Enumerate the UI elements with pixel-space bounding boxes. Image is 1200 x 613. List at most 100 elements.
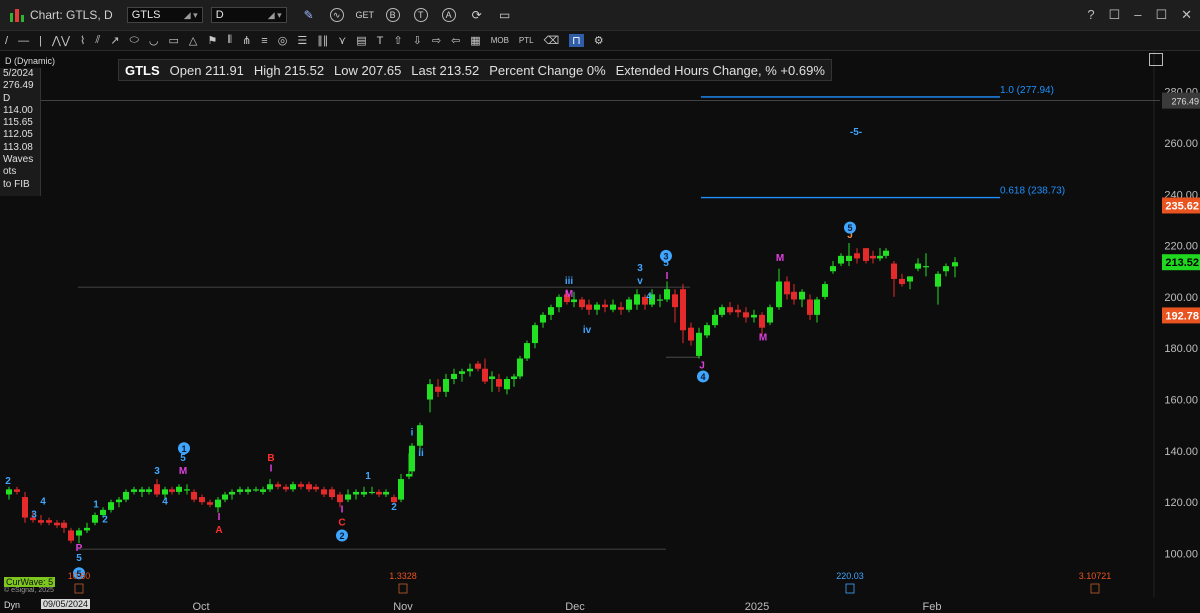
y-axis-tick-label: 120.00 (1164, 497, 1198, 509)
candle-down (207, 502, 213, 505)
candle-up (108, 502, 114, 510)
y-axis-tick-label: 100.00 (1164, 549, 1198, 561)
bottom-value-label: 1.3328 (389, 571, 417, 581)
wave-label: 4 (40, 497, 46, 508)
candle-up (822, 284, 828, 297)
candle-down (735, 309, 741, 313)
candle-up (162, 489, 168, 495)
candle-down (618, 307, 624, 310)
dynamic-label: D (Dynamic) (5, 56, 56, 66)
fib-level-label: 1.0 (277.94) (1000, 85, 1054, 96)
wave-label: ii (418, 448, 424, 459)
candle-down (870, 255, 876, 259)
candle-up (548, 307, 554, 315)
wave-label: A (215, 525, 222, 536)
wave-label: iv (583, 325, 592, 336)
wave-label: M (565, 289, 573, 300)
price-marker-label: 276.49 (1171, 97, 1199, 107)
candle-down (727, 307, 733, 313)
candle-down (191, 491, 197, 500)
candle-up (451, 373, 457, 380)
candle-up (517, 358, 523, 377)
x-axis-label: Feb (923, 601, 942, 613)
wave-label: I (270, 463, 273, 474)
fib-level-label: 0.618 (238.73) (1000, 186, 1065, 197)
candle-up (427, 384, 433, 400)
candle-down (61, 522, 67, 528)
wave-label: M (759, 333, 767, 344)
y-axis-tick-label: 180.00 (1164, 343, 1198, 355)
wave-label: iii (565, 276, 574, 287)
wave-label: 3 (154, 466, 160, 477)
candle-up (751, 314, 757, 318)
x-axis-label: 2025 (745, 601, 769, 613)
candle-down (586, 304, 592, 310)
candle-up (459, 371, 465, 374)
candle-down (22, 497, 28, 518)
last-label: Last (411, 62, 436, 78)
candle-up (923, 266, 929, 268)
candle-up (556, 296, 562, 308)
candle-down (38, 520, 44, 523)
candle-up (719, 307, 725, 315)
last-value: 213.52 (439, 62, 480, 78)
y-axis-tick-label: 220.00 (1164, 241, 1198, 253)
chart-background (0, 51, 1200, 597)
candle-up (131, 489, 137, 492)
candle-up (406, 473, 412, 477)
esignal-copyright: © eSignal, 2025 (4, 587, 54, 594)
wave-label: 3 (31, 510, 37, 521)
candle-down (791, 291, 797, 300)
wave-label: 2 (5, 476, 11, 487)
candle-up (184, 489, 190, 491)
candle-down (496, 379, 502, 387)
side-panel: 5/2024 276.49 D 114.00 115.65 112.05 113… (0, 68, 41, 196)
chart-options-icon[interactable] (1149, 53, 1163, 66)
candle-up (123, 491, 129, 500)
wave-label: 5 (76, 553, 82, 564)
ext-label: Extended Hours Change, % (615, 62, 777, 78)
candle-down (579, 299, 585, 308)
bottom-value-label: 220.03 (836, 571, 864, 581)
wave-label: 3 (637, 263, 643, 274)
candle-up (952, 262, 958, 267)
dyn-label: Dyn (4, 600, 21, 610)
candle-down (54, 522, 60, 526)
candle-up (253, 489, 259, 491)
candle-up (943, 266, 949, 272)
candle-down (435, 386, 441, 392)
side-value: Waves (3, 154, 34, 166)
pct-value: 0% (586, 62, 606, 78)
candle-up (215, 499, 221, 508)
info-ext: Extended Hours Change, % +0.69% (616, 63, 825, 78)
price-chart[interactable]: 1.0 (277.94)0.618 (238.73)234P512345MIAB… (0, 0, 1200, 613)
y-axis-tick-label: 140.00 (1164, 446, 1198, 458)
high-label: High (253, 62, 281, 78)
candle-up (915, 263, 921, 269)
candle-up (443, 379, 449, 392)
info-last: Last 213.52 (411, 63, 479, 78)
cursor-date-box: 09/05/2024 (41, 599, 91, 609)
wave-label: 5 (180, 453, 186, 464)
candle-up (417, 425, 423, 446)
price-marker-label: 235.62 (1165, 200, 1199, 212)
candle-up (290, 484, 296, 490)
candle-down (863, 248, 869, 261)
candle-down (169, 489, 175, 492)
info-open: Open 211.91 (170, 63, 244, 78)
wave-circle-label: 3 (663, 251, 668, 261)
candle-up (361, 491, 367, 495)
candle-down (337, 494, 343, 503)
wave-label: 1 (93, 499, 99, 510)
candle-up (489, 376, 495, 380)
wave-label: C (338, 517, 345, 528)
candle-down (154, 484, 160, 495)
ext-value: +0.69% (780, 62, 825, 78)
candle-down (329, 489, 335, 498)
side-value: 112.05 (3, 129, 33, 141)
candle-up (664, 289, 670, 300)
candle-up (767, 307, 773, 323)
candle-down (475, 363, 481, 369)
candle-down (891, 263, 897, 279)
candle-down (14, 489, 20, 492)
